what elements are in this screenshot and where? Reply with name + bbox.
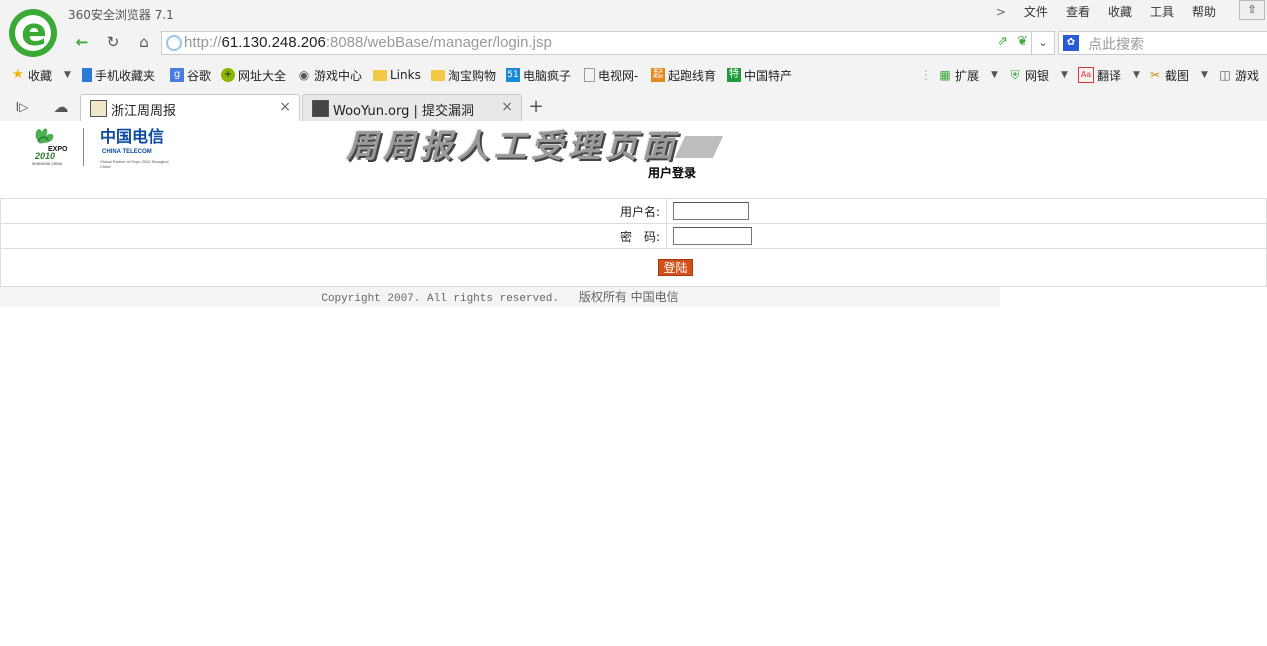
chevron-down-icon[interactable]: ▼ xyxy=(1201,70,1208,80)
te-icon: 特 xyxy=(727,68,741,82)
login-button[interactable]: 登陆 xyxy=(658,259,693,276)
close-tab-icon[interactable]: × xyxy=(501,99,513,115)
page-icon xyxy=(584,68,595,82)
bookmark-item[interactable]: 电视网- xyxy=(584,67,638,83)
tab-zhejiang-weekly[interactable]: 浙江周周报 × xyxy=(80,94,300,123)
login-form: 用户名: 密 码: xyxy=(0,198,1267,249)
bookmark-item[interactable]: + 网址大全 xyxy=(221,67,286,83)
bookmark-item[interactable]: 手机收藏夹 xyxy=(82,67,155,83)
footer-owner: 版权所有 中国电信 xyxy=(578,290,679,304)
username-row: 用户名: xyxy=(0,198,1267,224)
footer-copyright: Copyright 2007. All rights reserved. xyxy=(321,293,559,305)
51-icon: 51 xyxy=(506,68,520,82)
username-input[interactable] xyxy=(673,202,749,220)
address-url[interactable]: http://61.130.248.206:8088/webBase/manag… xyxy=(184,33,552,53)
password-label: 密 码: xyxy=(0,223,667,249)
menu-chevron-icon[interactable]: > xyxy=(987,4,1015,20)
bookmark-item[interactable]: 淘宝购物 xyxy=(431,67,496,83)
browser-chrome: 360安全浏览器 7.1 > 文件 查看 收藏 工具 帮助 ⇧ ← ↻ ⌂ ht… xyxy=(0,0,1267,123)
toolbar-divider: ⋮ xyxy=(920,68,932,82)
page-content: EXPO 2010 SHANGHAI CHINA 中国电信 CHINA TELE… xyxy=(0,121,1267,646)
chevron-down-icon[interactable]: ▼ xyxy=(64,70,71,80)
app-title: 360安全浏览器 7.1 xyxy=(68,8,174,22)
extension-item[interactable]: ◫ 游戏 xyxy=(1218,67,1259,83)
search-box[interactable]: ✿ 点此搜索 xyxy=(1058,31,1267,55)
google-icon: g xyxy=(170,68,184,82)
address-dropdown-icon[interactable]: ⌄ xyxy=(1031,32,1054,54)
share-icon[interactable]: ⇗ xyxy=(997,34,1008,49)
menu-view[interactable]: 查看 xyxy=(1057,4,1099,20)
page-favicon-icon xyxy=(90,100,107,117)
sidebar-toggle-icon[interactable]: I▷ xyxy=(10,97,34,117)
qi-icon: 起 xyxy=(651,68,665,82)
bookmark-item[interactable]: 51 电脑疯子 xyxy=(506,67,571,83)
folder-icon xyxy=(373,69,387,81)
tab-bar: I▷ ☁ 浙江周周报 × WooYun.org | 提交漏洞 × + xyxy=(0,94,1267,123)
minimize-toggle-button[interactable]: ⇧ xyxy=(1239,0,1265,20)
password-input[interactable] xyxy=(673,227,752,245)
globe-icon xyxy=(166,35,182,51)
baidu-paw-icon[interactable]: ✿ xyxy=(1063,35,1079,51)
browser-logo-icon xyxy=(9,9,57,57)
search-placeholder[interactable]: 点此搜索 xyxy=(1088,34,1144,54)
bookmark-item[interactable]: 特中国特产 xyxy=(727,67,792,83)
address-bar[interactable]: http://61.130.248.206:8088/webBase/manag… xyxy=(161,31,1055,55)
chevron-down-icon[interactable]: ▼ xyxy=(1133,70,1140,80)
back-button[interactable]: ← xyxy=(70,32,94,52)
extension-item[interactable]: ✂ 截图 ▼ xyxy=(1148,67,1208,83)
bookmark-item[interactable]: ◉ 游戏中心 xyxy=(297,67,362,83)
game-icon: ◫ xyxy=(1219,68,1231,82)
button-row: 登陆 xyxy=(0,247,1267,287)
extension-item[interactable]: ▦ 扩展 ▼ xyxy=(938,67,998,83)
banner-decoration xyxy=(674,136,724,158)
translate-icon: Aa xyxy=(1078,67,1094,83)
page-banner: 周周报人工受理页面 xyxy=(346,127,680,165)
username-label: 用户名: xyxy=(0,198,667,224)
phone-icon xyxy=(82,68,92,82)
folder-icon xyxy=(431,69,445,81)
bookmark-item[interactable]: g 谷歌 xyxy=(170,67,211,83)
logo-divider xyxy=(83,128,84,166)
password-row: 密 码: xyxy=(0,223,1267,249)
bookmark-favorites[interactable]: ★ 收藏 ▼ xyxy=(11,67,71,83)
menu-favorites[interactable]: 收藏 xyxy=(1099,4,1141,20)
shield-icon: ⛨ xyxy=(1010,68,1020,82)
bookmark-item[interactable]: Links xyxy=(373,67,421,83)
menu-bar: > 文件 查看 收藏 工具 帮助 xyxy=(987,4,1225,20)
svg-text:2010: 2010 xyxy=(34,151,55,161)
gamepad-icon: ◉ xyxy=(298,68,310,82)
extension-item[interactable]: Aa 翻译 ▼ xyxy=(1078,67,1140,83)
extension-item[interactable]: ⛨ 网银 ▼ xyxy=(1008,67,1068,83)
home-button[interactable]: ⌂ xyxy=(132,32,156,52)
expo-2010-logo: EXPO 2010 SHANGHAI CHINA xyxy=(32,128,68,166)
plus-icon: + xyxy=(221,68,235,82)
leaf-icon[interactable]: ❦ xyxy=(1017,34,1028,49)
close-tab-icon[interactable]: × xyxy=(279,99,291,115)
menu-tools[interactable]: 工具 xyxy=(1141,4,1183,20)
star-icon: ★ xyxy=(12,67,24,82)
chevron-down-icon[interactable]: ▼ xyxy=(1061,70,1068,80)
menu-file[interactable]: 文件 xyxy=(1015,4,1057,20)
cloud-icon[interactable]: ☁ xyxy=(49,97,73,117)
chevron-down-icon[interactable]: ▼ xyxy=(991,70,998,80)
china-telecom-logo: 中国电信 CHINA TELECOM Global Partner of Exp… xyxy=(100,127,169,169)
menu-help[interactable]: 帮助 xyxy=(1183,4,1225,20)
bookmark-item[interactable]: 起起跑线育 xyxy=(651,67,716,83)
svg-text:SHANGHAI CHINA: SHANGHAI CHINA xyxy=(32,162,63,166)
scissors-icon: ✂ xyxy=(1149,68,1161,82)
grid-icon: ▦ xyxy=(939,68,951,82)
tab-wooyun[interactable]: WooYun.org | 提交漏洞 × xyxy=(302,94,522,122)
footer: Copyright 2007. All rights reserved. 版权所… xyxy=(0,287,1000,307)
new-tab-button[interactable]: + xyxy=(524,97,548,117)
wooyun-favicon-icon xyxy=(312,100,329,117)
login-title: 用户登录 xyxy=(648,166,697,180)
reload-button[interactable]: ↻ xyxy=(101,32,125,52)
